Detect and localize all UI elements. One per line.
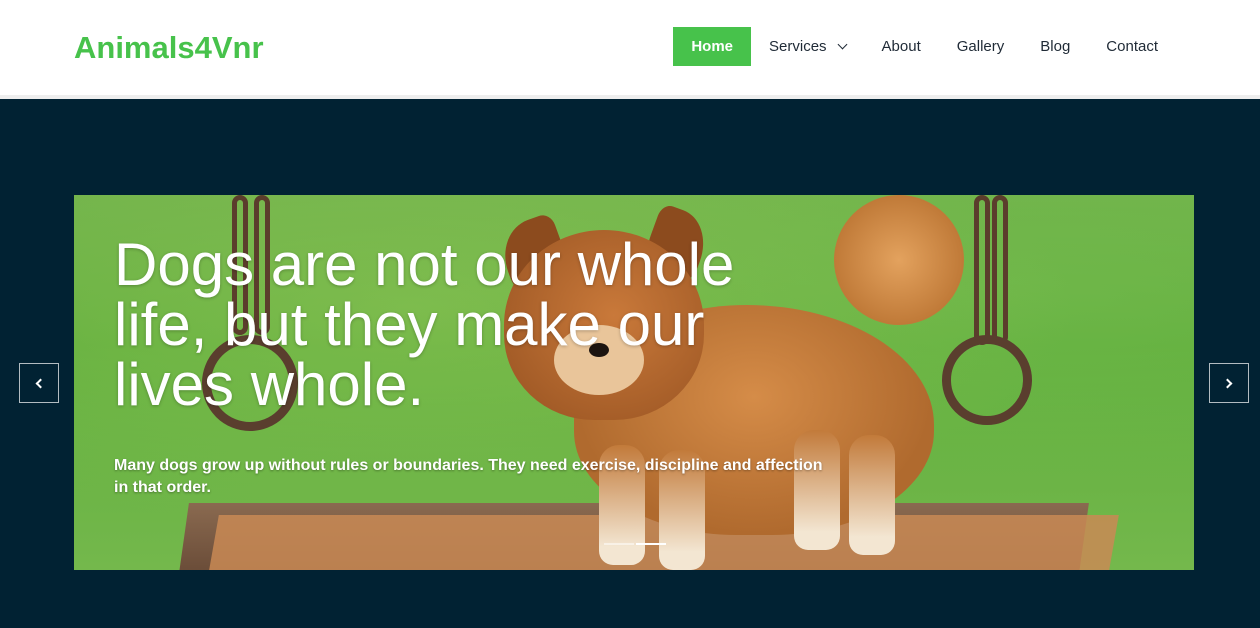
nav-item-services[interactable]: Services: [751, 27, 864, 66]
chevron-down-icon: [837, 39, 847, 50]
nav-item-label: Home: [691, 38, 734, 55]
chevron-left-icon: [35, 378, 46, 388]
carousel-indicator[interactable]: [604, 543, 634, 545]
slide-title: Dogs are not our whole life, but they ma…: [114, 231, 735, 418]
nav-item-label: Contact: [1106, 38, 1158, 55]
chevron-right-icon: [1222, 378, 1233, 388]
nav-item-label: Gallery: [956, 38, 1005, 55]
puppy-leg: [849, 435, 895, 555]
carousel-next-button[interactable]: [1209, 363, 1249, 403]
swing-chain: [992, 195, 1008, 345]
carousel-slide: Dogs are not our whole life, but they ma…: [74, 195, 1194, 570]
carousel-indicator-active[interactable]: [636, 543, 666, 545]
swing-ring: [942, 335, 1032, 425]
site-logo[interactable]: Animals4Vnr: [74, 28, 264, 68]
nav-item-home[interactable]: Home: [673, 27, 752, 66]
hero-carousel: Dogs are not our whole life, but they ma…: [0, 99, 1260, 628]
main-nav: Home Services About Gallery Blog Contact: [673, 27, 1176, 66]
nav-item-label: Services: [769, 38, 827, 55]
nav-item-label: Blog: [1040, 38, 1071, 55]
puppy-tail: [834, 195, 964, 325]
nav-item-gallery[interactable]: Gallery: [939, 27, 1023, 66]
carousel-prev-button[interactable]: [19, 363, 59, 403]
site-header: Animals4Vnr Home Services About Gallery …: [0, 0, 1260, 95]
slide-caption: Many dogs grow up without rules or bound…: [114, 457, 823, 496]
carousel-indicators: [604, 543, 666, 545]
swing-chain: [974, 195, 990, 345]
nav-item-about[interactable]: About: [864, 27, 939, 66]
nav-item-contact[interactable]: Contact: [1088, 27, 1176, 66]
nav-item-label: About: [881, 38, 921, 55]
nav-item-blog[interactable]: Blog: [1022, 27, 1088, 66]
